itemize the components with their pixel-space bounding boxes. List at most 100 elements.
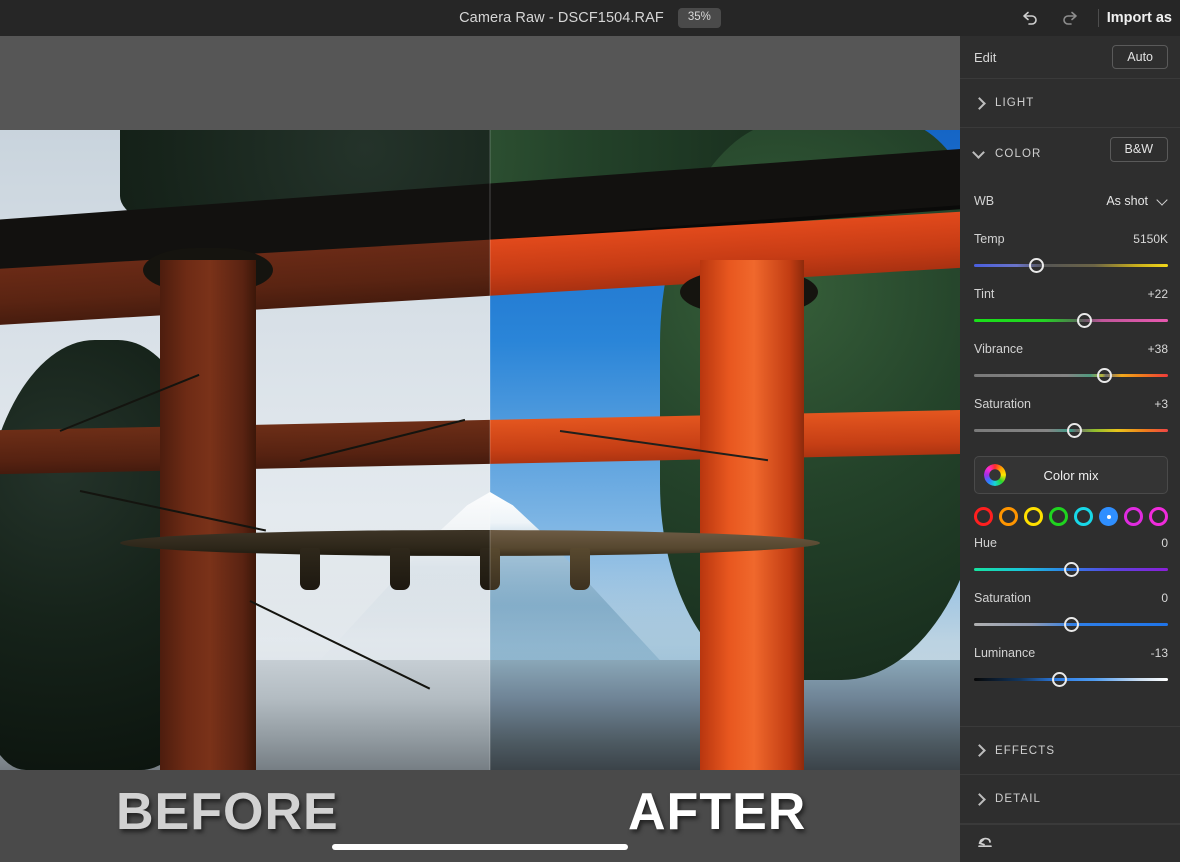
page-title: Camera Raw - DSCF1504.RAF (459, 10, 664, 26)
after-label: AFTER (628, 783, 807, 841)
slider-temp[interactable]: Temp 5150K (960, 232, 1180, 277)
slider-saturation-knob[interactable] (1067, 423, 1083, 438)
slider-temp-knob[interactable] (1028, 258, 1044, 273)
reset-icon (978, 837, 992, 848)
section-light-label: LIGHT (995, 97, 1035, 109)
slider-saturation-head: Saturation +3 (974, 397, 1168, 411)
section-detail-label: DETAIL (995, 793, 1042, 805)
preview-top-matte (0, 36, 960, 130)
wb-label: WB (974, 194, 995, 208)
color-swatch-purple[interactable] (1124, 507, 1143, 526)
slider-channel-saturation-label: Saturation (974, 591, 1031, 605)
slider-vibrance[interactable]: Vibrance +38 (960, 342, 1180, 387)
section-color[interactable]: COLOR B&W (960, 128, 1180, 180)
chevron-right-icon (974, 745, 985, 756)
undo-icon (1022, 11, 1037, 25)
slider-channel-saturation[interactable]: Saturation 0 (960, 591, 1180, 636)
section-detail[interactable]: DETAIL (960, 775, 1180, 824)
slider-luminance-knob[interactable] (1051, 672, 1067, 687)
color-swatch-yellow[interactable] (1024, 507, 1043, 526)
image-canvas[interactable] (0, 130, 960, 770)
slider-vibrance-knob[interactable] (1097, 368, 1113, 383)
slider-channel-saturation-knob[interactable] (1063, 617, 1079, 632)
slider-tint[interactable]: Tint +22 (960, 287, 1180, 332)
before-after-split-handle[interactable] (489, 130, 491, 770)
slider-hue-value: 0 (1161, 536, 1168, 550)
slider-hue-track-wrap[interactable] (974, 559, 1168, 581)
color-swatch-aqua[interactable] (1074, 507, 1093, 526)
rope-tassel (390, 548, 410, 590)
undo-button[interactable] (1010, 0, 1050, 36)
slider-channel-saturation-head: Saturation 0 (974, 591, 1168, 605)
panel-footer (960, 824, 1180, 862)
slider-temp-track[interactable] (974, 264, 1168, 267)
slider-tint-track-wrap[interactable] (974, 310, 1168, 332)
color-wheel-icon (984, 464, 1006, 486)
color-swatch-red[interactable] (974, 507, 993, 526)
home-indicator (332, 844, 628, 850)
toolbar-divider (1097, 9, 1099, 27)
slider-luminance-value: -13 (1150, 646, 1168, 660)
slider-vibrance-track-wrap[interactable] (974, 365, 1168, 387)
zoom-level-badge[interactable]: 35% (677, 8, 721, 28)
slider-vibrance-track[interactable] (974, 374, 1168, 377)
wb-value: As shot (1106, 194, 1148, 208)
slider-channel-saturation-track-wrap[interactable] (974, 614, 1168, 636)
photo-preview-area[interactable]: BEFORE AFTER (0, 36, 960, 862)
chevron-down-icon (1157, 198, 1168, 205)
auto-button[interactable]: Auto (1112, 44, 1168, 70)
redo-button[interactable] (1050, 0, 1090, 36)
rope-tassel (570, 548, 590, 590)
slider-tint-head: Tint +22 (974, 287, 1168, 301)
slider-luminance-label: Luminance (974, 646, 1036, 660)
slider-tint-value: +22 (1147, 287, 1168, 301)
redo-icon (1062, 11, 1077, 25)
section-effects-label: EFFECTS (995, 744, 1056, 757)
slider-temp-label: Temp (974, 232, 1005, 246)
reset-button[interactable] (976, 832, 998, 855)
section-color-label: COLOR (995, 148, 1042, 160)
edit-header-row: Edit Auto (960, 36, 1180, 79)
color-swatch-green[interactable] (1049, 507, 1068, 526)
slider-tint-label: Tint (974, 287, 995, 301)
bw-button[interactable]: B&W (1109, 137, 1168, 162)
slider-temp-track-wrap[interactable] (974, 255, 1168, 277)
slider-hue[interactable]: Hue 0 (960, 536, 1180, 581)
slider-hue-label: Hue (974, 536, 997, 550)
slider-temp-head: Temp 5150K (974, 232, 1168, 246)
slider-temp-value: 5150K (1133, 232, 1168, 246)
slider-saturation-value: +3 (1154, 397, 1168, 411)
color-swatch-orange[interactable] (999, 507, 1018, 526)
edit-label: Edit (974, 49, 997, 65)
slider-channel-saturation-value: 0 (1161, 591, 1168, 605)
section-effects[interactable]: EFFECTS (960, 726, 1180, 775)
title-center-group: Camera Raw - DSCF1504.RAF 35% (0, 0, 1180, 36)
slider-luminance-track[interactable] (974, 678, 1168, 681)
slider-saturation-label: Saturation (974, 397, 1031, 411)
slider-vibrance-head: Vibrance +38 (974, 342, 1168, 356)
edit-panel: Edit Auto LIGHT COLOR B&W WB As shot Tem… (960, 36, 1180, 862)
slider-hue-knob[interactable] (1063, 562, 1079, 577)
slider-tint-knob[interactable] (1077, 313, 1093, 328)
slider-vibrance-value: +38 (1147, 342, 1168, 356)
slider-saturation[interactable]: Saturation +3 (960, 397, 1180, 442)
title-bar-actions: Import as (1010, 0, 1180, 36)
slider-vibrance-label: Vibrance (974, 342, 1024, 356)
color-mix-button[interactable]: Color mix (974, 456, 1168, 494)
before-after-labels: BEFORE AFTER (0, 770, 960, 862)
color-swatch-magenta[interactable] (1149, 507, 1168, 526)
section-light[interactable]: LIGHT (960, 79, 1180, 128)
slider-luminance[interactable]: Luminance -13 (960, 646, 1180, 691)
collapsed-sections: EFFECTS DETAIL (960, 726, 1180, 824)
swatch-selected-dot (1106, 514, 1111, 519)
color-channel-swatches[interactable] (960, 494, 1180, 526)
color-swatch-blue[interactable] (1099, 507, 1118, 526)
chevron-right-icon (974, 794, 985, 805)
white-balance-row[interactable]: WB As shot (960, 180, 1180, 222)
camera-raw-window: Camera Raw - DSCF1504.RAF 35% Import as (0, 0, 1180, 862)
wb-value-group[interactable]: As shot (1106, 194, 1168, 208)
slider-tint-track[interactable] (974, 319, 1168, 322)
slider-luminance-track-wrap[interactable] (974, 669, 1168, 691)
import-as-button[interactable]: Import as (1107, 10, 1180, 26)
slider-saturation-track-wrap[interactable] (974, 420, 1168, 442)
